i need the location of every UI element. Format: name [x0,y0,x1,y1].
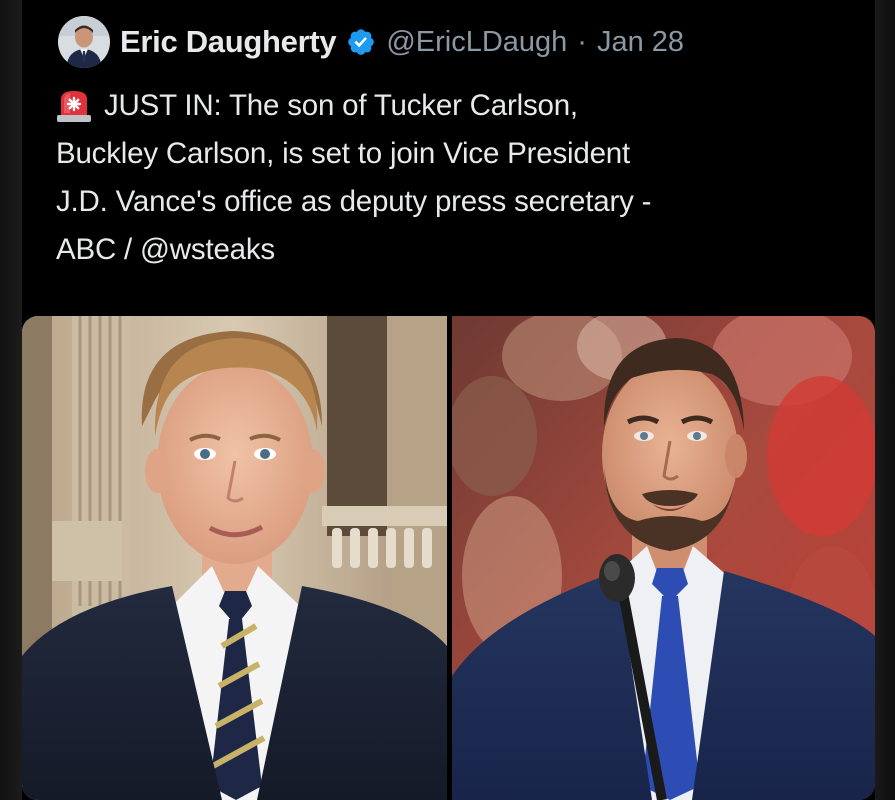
tweet-line-text: ABC / @wsteaks [56,233,275,266]
tweet-line-2: Buckley Carlson, is set to join Vice Pre… [56,130,846,178]
verified-badge-icon [346,27,376,57]
tweet-media[interactable] [22,316,875,800]
author-avatar[interactable] [58,16,110,68]
tweet-line-text: JUST IN: The son of Tucker Carlson, [104,89,578,122]
tweet-card[interactable]: Eric Daugherty @EricLDaugh · Jan 28 JUST… [22,0,875,800]
rotating-light-icon [56,89,92,123]
header-separator: · [577,25,587,58]
photo-buckley-carlson[interactable] [22,316,447,800]
screenshot-frame: Eric Daugherty @EricLDaugh · Jan 28 JUST… [0,0,895,800]
author-handle[interactable]: @EricLDaugh [386,26,567,59]
tweet-line-3: J.D. Vance's office as deputy press secr… [56,178,846,226]
tweet-line-4: ABC / @wsteaks [56,226,846,274]
author-display-name[interactable]: Eric Daugherty [120,24,337,60]
tweet-line-text: J.D. Vance's office as deputy press secr… [56,185,652,218]
left-border [0,0,22,800]
tweet-line-1: JUST IN: The son of Tucker Carlson, [56,82,846,130]
photo-jd-vance[interactable] [447,316,875,800]
tweet-line-text: Buckley Carlson, is set to join Vice Pre… [56,137,630,170]
tweet-header: Eric Daugherty @EricLDaugh · Jan 28 [58,14,684,70]
tweet-date[interactable]: Jan 28 [597,26,684,59]
right-border [875,0,895,800]
tweet-text: JUST IN: The son of Tucker Carlson, Buck… [56,82,846,274]
